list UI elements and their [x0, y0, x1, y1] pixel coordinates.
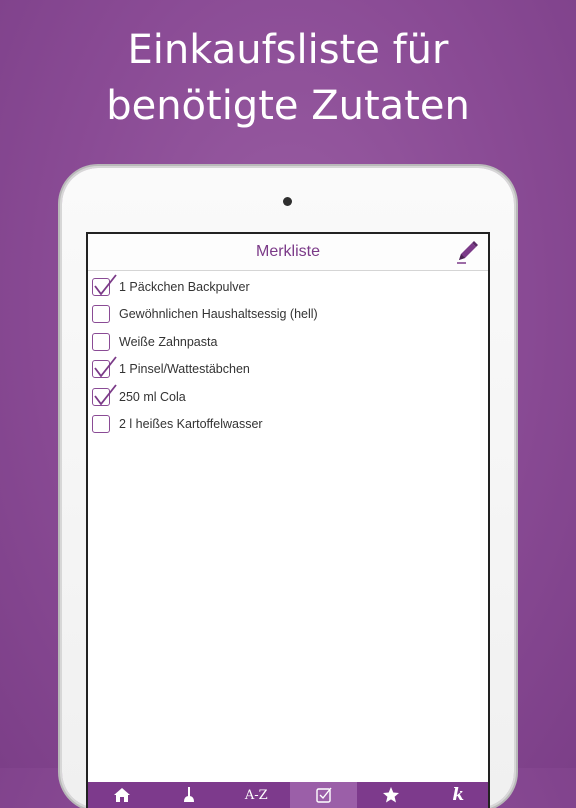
- list-item[interactable]: 250 ml Cola: [88, 383, 488, 411]
- k-logo-icon: k: [452, 785, 465, 805]
- home-icon: [113, 788, 130, 802]
- tab-favorites[interactable]: [357, 782, 424, 808]
- list-item[interactable]: Gewöhnlichen Haushaltsessig (hell): [88, 301, 488, 329]
- star-icon: [382, 787, 399, 803]
- list-item-label: Gewöhnlichen Haushaltsessig (hell): [119, 307, 318, 322]
- tab-a-z[interactable]: A-Z: [223, 782, 290, 808]
- list-item-label: 2 l heißes Kartoffelwasser: [119, 417, 263, 432]
- list-item[interactable]: Weiße Zahnpasta: [88, 328, 488, 356]
- tab-home[interactable]: [88, 782, 155, 808]
- plunger-icon: [183, 787, 194, 802]
- checkbox[interactable]: [92, 305, 110, 324]
- tab-logo[interactable]: k: [425, 782, 488, 808]
- tablet-frame: Merkliste 1 Päckchen Backpulver Gewöhnli…: [62, 168, 514, 808]
- edit-button[interactable]: [452, 237, 482, 267]
- checkmark-icon: [94, 274, 117, 296]
- checkbox-icon: [315, 787, 332, 803]
- page-title: Merkliste: [255, 243, 320, 260]
- checkbox[interactable]: [92, 274, 117, 296]
- promo-headline: Einkaufsliste für benötigte Zutaten: [0, 22, 576, 134]
- checkbox[interactable]: [92, 415, 110, 434]
- list-item[interactable]: 1 Päckchen Backpulver: [88, 273, 488, 301]
- promo-line-1: Einkaufsliste für: [127, 27, 449, 73]
- checkbox[interactable]: [92, 384, 117, 406]
- pencil-icon: [457, 241, 478, 264]
- app-screen: Merkliste 1 Päckchen Backpulver Gewöhnli…: [86, 232, 490, 808]
- tab-checklist[interactable]: [289, 782, 358, 808]
- list-item-label: 250 ml Cola: [119, 389, 186, 404]
- list-item[interactable]: 1 Pinsel/Wattestäbchen: [88, 356, 488, 384]
- checkmark-icon: [94, 356, 117, 378]
- az-icon: A-Z: [244, 787, 268, 803]
- tab-bar: A-Z k: [88, 782, 488, 808]
- checkbox[interactable]: [92, 332, 110, 351]
- list-item-label: 1 Päckchen Backpulver: [119, 279, 250, 294]
- promo-line-2: benötigte Zutaten: [106, 83, 470, 129]
- camera-dot: [283, 197, 292, 206]
- navigation-bar: Merkliste: [88, 234, 488, 271]
- list-item-label: Weiße Zahnpasta: [119, 334, 218, 349]
- list-item[interactable]: 2 l heißes Kartoffelwasser: [88, 411, 488, 439]
- shopping-list: 1 Päckchen Backpulver Gewöhnlichen Haush…: [88, 271, 488, 438]
- checkmark-icon: [94, 384, 117, 406]
- checkbox[interactable]: [92, 356, 117, 379]
- tab-plunger[interactable]: [155, 782, 222, 808]
- list-item-label: 1 Pinsel/Wattestäbchen: [119, 362, 250, 377]
